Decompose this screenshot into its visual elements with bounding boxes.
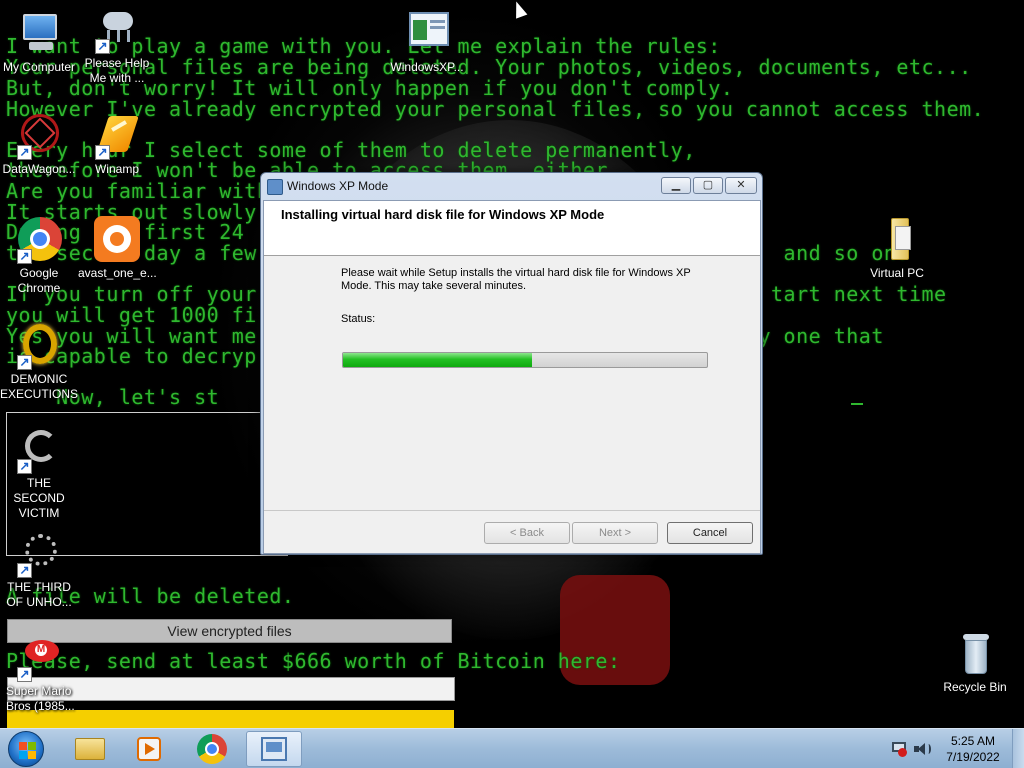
- desktop-icon-label: THE THIRD OF UNHO...: [6, 580, 72, 609]
- desktop-icon-label: Winamp: [94, 162, 139, 176]
- desktop-icon-third-of-unholy[interactable]: ↗ THE THIRD OF UNHO...: [0, 530, 78, 610]
- computer-icon: [15, 10, 63, 58]
- desktop-icon-label: Google Chrome: [17, 266, 61, 295]
- chrome-center: [205, 742, 219, 756]
- taskbar-media-player-button[interactable]: [122, 731, 178, 767]
- install-progress-bar: [342, 352, 708, 368]
- folder-icon: [873, 216, 921, 264]
- desktop-icon-label: Virtual PC: [870, 266, 924, 280]
- desktop-icon-datawagon[interactable]: ↗ DataWagon...: [0, 108, 78, 177]
- desktop-icon-please-help[interactable]: ↗ Please Help Me with ...: [78, 6, 156, 86]
- desktop-icon-recycle-bin[interactable]: Recycle Bin: [936, 630, 1014, 695]
- desktop-icon-google-chrome[interactable]: ↗ Google Chrome: [0, 216, 78, 296]
- cancel-button[interactable]: Cancel: [667, 522, 753, 544]
- window-client-area: Installing virtual hard disk file for Wi…: [263, 200, 761, 554]
- desktop-icon-label: DataWagon...: [2, 162, 76, 176]
- window-icon: [403, 10, 451, 58]
- volume-icon[interactable]: [914, 742, 931, 756]
- desktop-icon-super-mario-bros[interactable]: M ↗ Super Mario Bros (1985...: [0, 634, 78, 714]
- tray-clock[interactable]: 5:25 AM 7/19/2022: [940, 733, 1006, 765]
- window-title: Windows XP Mode: [287, 179, 389, 193]
- shortcut-arrow-icon: ↗: [17, 667, 32, 682]
- wagon-icon: ↗: [15, 108, 65, 160]
- windows-logo-icon: [19, 742, 27, 750]
- loader-icon: ↗: [15, 426, 63, 474]
- mario-icon: M ↗: [15, 634, 63, 682]
- desktop-icon-label: Recycle Bin: [943, 680, 1007, 694]
- clock-time: 5:25 AM: [950, 734, 996, 748]
- taskbar-chrome-button[interactable]: [184, 731, 240, 767]
- desktop-icon-avast[interactable]: avast_one_e...: [78, 216, 157, 281]
- explorer-icon: [75, 738, 105, 760]
- shortcut-arrow-icon: ↗: [17, 145, 32, 160]
- chrome-icon: ↗: [15, 216, 63, 264]
- maximize-button[interactable]: ▢: [693, 177, 723, 194]
- minimize-button[interactable]: ▁: [661, 177, 691, 194]
- ransom-bitcoin-line: Please, send at least $666 worth of Bitc…: [6, 649, 621, 673]
- setup-icon: [267, 179, 283, 195]
- windows-logo-icon: [28, 742, 36, 750]
- shortcut-arrow-icon: ↗: [95, 39, 110, 54]
- windows-logo-icon: [28, 751, 36, 759]
- taskbar: 5:25 AM 7/19/2022: [0, 728, 1024, 768]
- desktop-icon-second-victim[interactable]: ↗ THE SECOND VICTIM: [0, 426, 78, 521]
- desktop-icon-windowsxp[interactable]: WindowsXP...: [388, 10, 466, 75]
- desktop-icon-label: THE SECOND VICTIM: [13, 476, 65, 520]
- next-button[interactable]: Next >: [572, 522, 658, 544]
- recycle-bin-icon: [951, 630, 999, 678]
- mouse-cursor-icon: [510, 0, 528, 19]
- desktop-icon-winamp[interactable]: ↗ Winamp: [78, 112, 156, 177]
- shortcut-arrow-icon: ↗: [17, 459, 32, 474]
- text-cursor-dash: [851, 403, 863, 405]
- desktop-icon-label: Please Help Me with ...: [84, 56, 150, 85]
- window-titlebar[interactable]: Windows XP Mode ▁ ▢ ✕: [261, 173, 762, 200]
- wizard-header: Installing virtual hard disk file for Wi…: [264, 201, 760, 256]
- show-desktop-button[interactable]: [1012, 729, 1024, 768]
- taskbar-explorer-button[interactable]: [62, 731, 118, 767]
- setup-icon-screen: [266, 742, 282, 752]
- shortcut-arrow-icon: ↗: [95, 145, 110, 160]
- back-button[interactable]: < Back: [484, 522, 570, 544]
- setup-message: Please wait while Setup installs the vir…: [341, 267, 691, 292]
- wizard-header-title: Installing virtual hard disk file for Wi…: [281, 207, 605, 222]
- desktop-icon-label: DEMONIC EXECUTIONS: [0, 372, 79, 401]
- desktop-icon-virtual-pc[interactable]: Virtual PC: [858, 216, 936, 281]
- installer-window[interactable]: Windows XP Mode ▁ ▢ ✕ Installing virtual…: [260, 172, 763, 555]
- taskbar-setup-button[interactable]: [246, 731, 302, 767]
- close-button[interactable]: ✕: [725, 177, 757, 194]
- network-warning-icon[interactable]: [892, 742, 908, 757]
- desktop-icon-label: WindowsXP...: [390, 60, 464, 74]
- winamp-icon: ↗: [93, 112, 141, 160]
- desktop-icon-label: My Computer: [2, 60, 76, 74]
- desktop-icon-demonic-executions[interactable]: ↗ DEMONIC EXECUTIONS: [0, 322, 78, 402]
- play-triangle: [145, 743, 155, 755]
- desktop-icon-my-computer[interactable]: My Computer: [0, 10, 78, 75]
- shortcut-arrow-icon: ↗: [17, 355, 32, 370]
- shortcut-arrow-icon: ↗: [17, 249, 32, 264]
- avast-icon: [93, 216, 141, 264]
- clock-date: 7/19/2022: [946, 750, 1000, 764]
- desktop-icon-label: avast_one_e...: [78, 266, 157, 280]
- status-label: Status:: [341, 313, 376, 325]
- progress-fill: [343, 353, 533, 367]
- start-button[interactable]: [8, 731, 44, 767]
- desktop-icon-label: Super Mario Bros (1985...: [6, 684, 75, 713]
- loader-icon: ↗: [15, 530, 63, 578]
- shortcut-arrow-icon: ↗: [17, 563, 32, 578]
- windows-logo-icon: [19, 751, 27, 759]
- ring-icon: ↗: [15, 322, 63, 370]
- cloud-icon: ↗: [93, 6, 141, 54]
- footer-separator: [264, 510, 760, 511]
